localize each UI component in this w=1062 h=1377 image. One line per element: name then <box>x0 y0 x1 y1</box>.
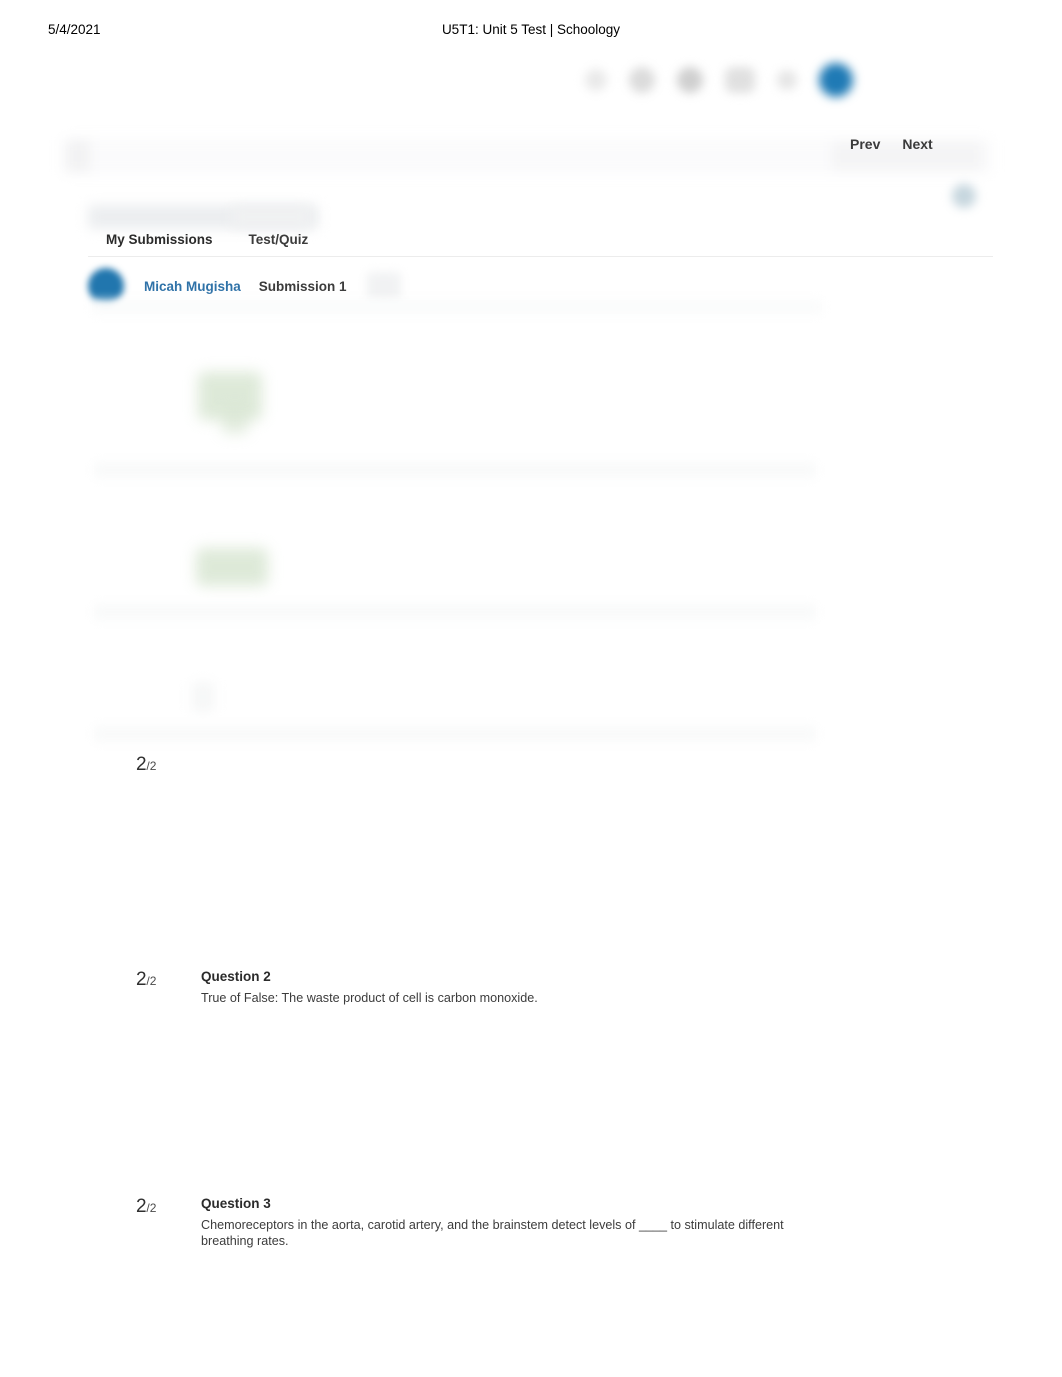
question-score: 2/2 <box>136 754 156 776</box>
answer-divider <box>94 462 816 478</box>
notifications-icon[interactable] <box>777 70 797 90</box>
score-value: 2 <box>136 754 147 775</box>
question-score: 2/2 <box>136 1196 156 1218</box>
answer-divider <box>94 726 816 742</box>
page-navigation: Prev Next <box>850 136 933 152</box>
answer-icon <box>192 682 214 712</box>
courses-icon[interactable] <box>629 67 655 93</box>
help-icon[interactable] <box>952 184 976 208</box>
tabs-divider <box>88 256 993 257</box>
question-text: True of False: The waste product of cell… <box>201 991 538 1005</box>
groups-icon[interactable] <box>677 67 703 93</box>
score-value: 2 <box>136 1196 147 1217</box>
question-title: Question 3 <box>201 1196 271 1211</box>
submission-label[interactable]: Submission 1 <box>259 279 347 294</box>
page-title: U5T1: Unit 5 Test | Schoology <box>441 22 621 37</box>
top-toolbar <box>585 60 885 100</box>
assignment-subheading <box>232 206 310 228</box>
correct-badge-icon <box>196 548 268 586</box>
submission-menu-icon[interactable] <box>366 272 401 300</box>
score-denominator: /2 <box>146 759 157 773</box>
user-avatar-icon[interactable] <box>819 63 853 97</box>
tab-my-submissions[interactable]: My Submissions <box>88 228 231 255</box>
search-icon[interactable] <box>585 69 607 91</box>
submission-details-bar <box>92 300 822 314</box>
prev-button[interactable]: Prev <box>850 136 880 152</box>
back-arrow-icon[interactable] <box>66 140 90 172</box>
score-denominator: /2 <box>146 974 157 988</box>
question-title: Question 2 <box>201 969 271 984</box>
submission-tabs: My Submissions Test/Quiz <box>88 228 326 255</box>
tab-test-quiz[interactable]: Test/Quiz <box>231 228 327 255</box>
print-header: 5/4/2021 U5T1: Unit 5 Test | Schoology <box>0 22 1062 42</box>
avatar <box>88 268 124 304</box>
badge-tail-icon <box>222 408 248 434</box>
next-button[interactable]: Next <box>902 136 932 152</box>
student-name-link[interactable]: Micah Mugisha <box>144 279 241 294</box>
score-value: 2 <box>136 969 147 990</box>
score-denominator: /2 <box>146 1201 157 1215</box>
answer-divider <box>94 604 816 620</box>
question-score: 2/2 <box>136 969 156 991</box>
resources-icon[interactable] <box>725 67 755 93</box>
question-text: Chemoreceptors in the aorta, carotid art… <box>201 1218 784 1248</box>
